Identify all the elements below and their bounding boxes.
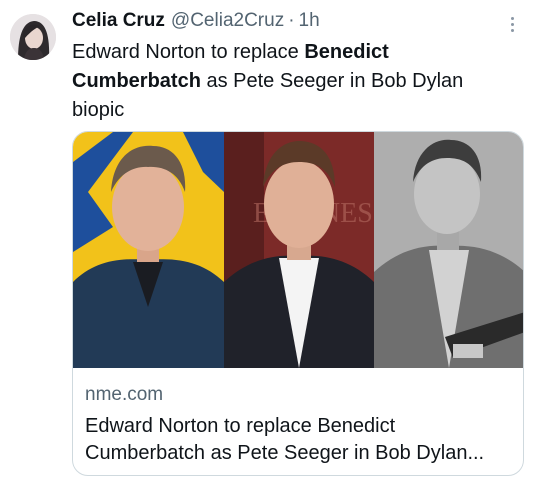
author-handle[interactable]: @Celia2Cruz: [171, 10, 284, 32]
card-image-panel-1: [73, 132, 224, 368]
card-domain: nme.com: [85, 384, 164, 405]
tweet[interactable]: Celia Cruz @Celia2Cruz · 1h Edward Norto…: [0, 0, 540, 478]
avatar-image: [10, 14, 56, 60]
avatar[interactable]: [10, 14, 56, 60]
tweet-text: Edward Norton to replace Benedict Cumber…: [72, 38, 512, 125]
link-card[interactable]: E OF NES nme.com Edward No: [72, 131, 524, 476]
card-title: Edward Norton to replace Benedict Cumber…: [85, 413, 515, 467]
tweet-text-part: Edward Norton to replace: [72, 41, 305, 63]
card-title-line: Cumberbatch as Pete Seeger in Bob Dylan.…: [85, 442, 485, 464]
separator-dot: ·: [288, 10, 295, 31]
card-image-panel-3: [374, 132, 523, 368]
card-image[interactable]: E OF NES: [73, 132, 524, 368]
card-title-line: Edward Norton to replace Benedict: [85, 415, 396, 437]
card-image-panel-2: E OF NES: [224, 132, 374, 368]
author-name[interactable]: Celia Cruz: [72, 10, 165, 32]
more-options-icon[interactable]: [500, 12, 524, 36]
timestamp[interactable]: 1h: [299, 10, 320, 32]
tweet-header: Celia Cruz @Celia2Cruz · 1h: [72, 10, 320, 34]
